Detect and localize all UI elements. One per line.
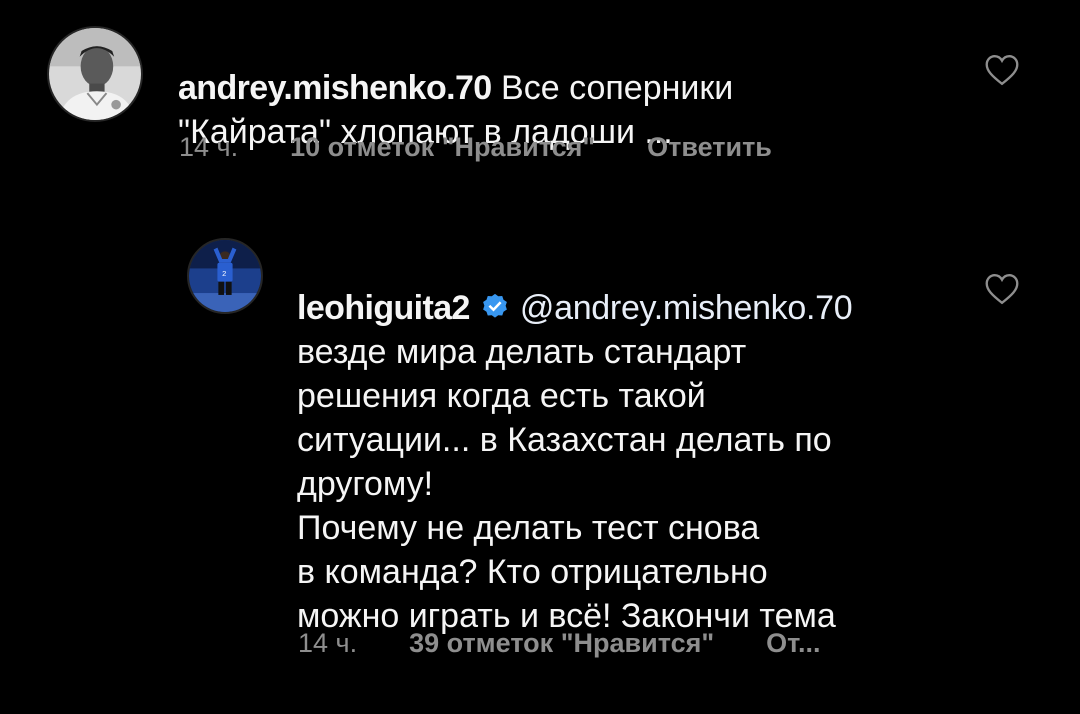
svg-text:2: 2: [222, 269, 226, 278]
comment-body: везде мира делать стандарт решения когда…: [297, 333, 836, 635]
comment-andrey: andrey.mishenko.70 Все соперники "Кайрата…: [0, 0, 1080, 180]
heart-outline-icon[interactable]: [984, 54, 1020, 86]
verified-badge-icon: [483, 293, 507, 318]
mention-link[interactable]: @andrey.mishenko.70: [520, 289, 853, 327]
user-avatar[interactable]: 2: [187, 238, 263, 314]
comment-text-line1: Все соперники: [491, 69, 734, 107]
reply-button[interactable]: От...: [766, 628, 820, 659]
comment-text: leohiguita2 @andrey.mishenko.70 везде мира…: [297, 242, 957, 638]
comment-time: 14 ч.: [179, 132, 239, 162]
likes-count-link[interactable]: 10 отметок "Нравится": [290, 132, 595, 163]
comment-meta: 14 ч. 10 отметок "Нравится" Ответить: [179, 132, 772, 163]
comment-leohiguita: 2 leohiguita2 @andrey.mishenko.70 везде ми…: [0, 220, 1080, 714]
user-avatar[interactable]: [47, 26, 143, 122]
comment-meta: 14 ч. 39 отметок "Нравится" От...: [298, 628, 821, 659]
comment-time: 14 ч.: [298, 628, 358, 658]
heart-outline-icon[interactable]: [984, 273, 1020, 305]
username-link[interactable]: andrey.mishenko.70: [178, 69, 492, 107]
reply-button[interactable]: Ответить: [647, 132, 772, 163]
username-link[interactable]: leohiguita2: [297, 289, 470, 327]
likes-count-link[interactable]: 39 отметок "Нравится": [409, 628, 714, 659]
